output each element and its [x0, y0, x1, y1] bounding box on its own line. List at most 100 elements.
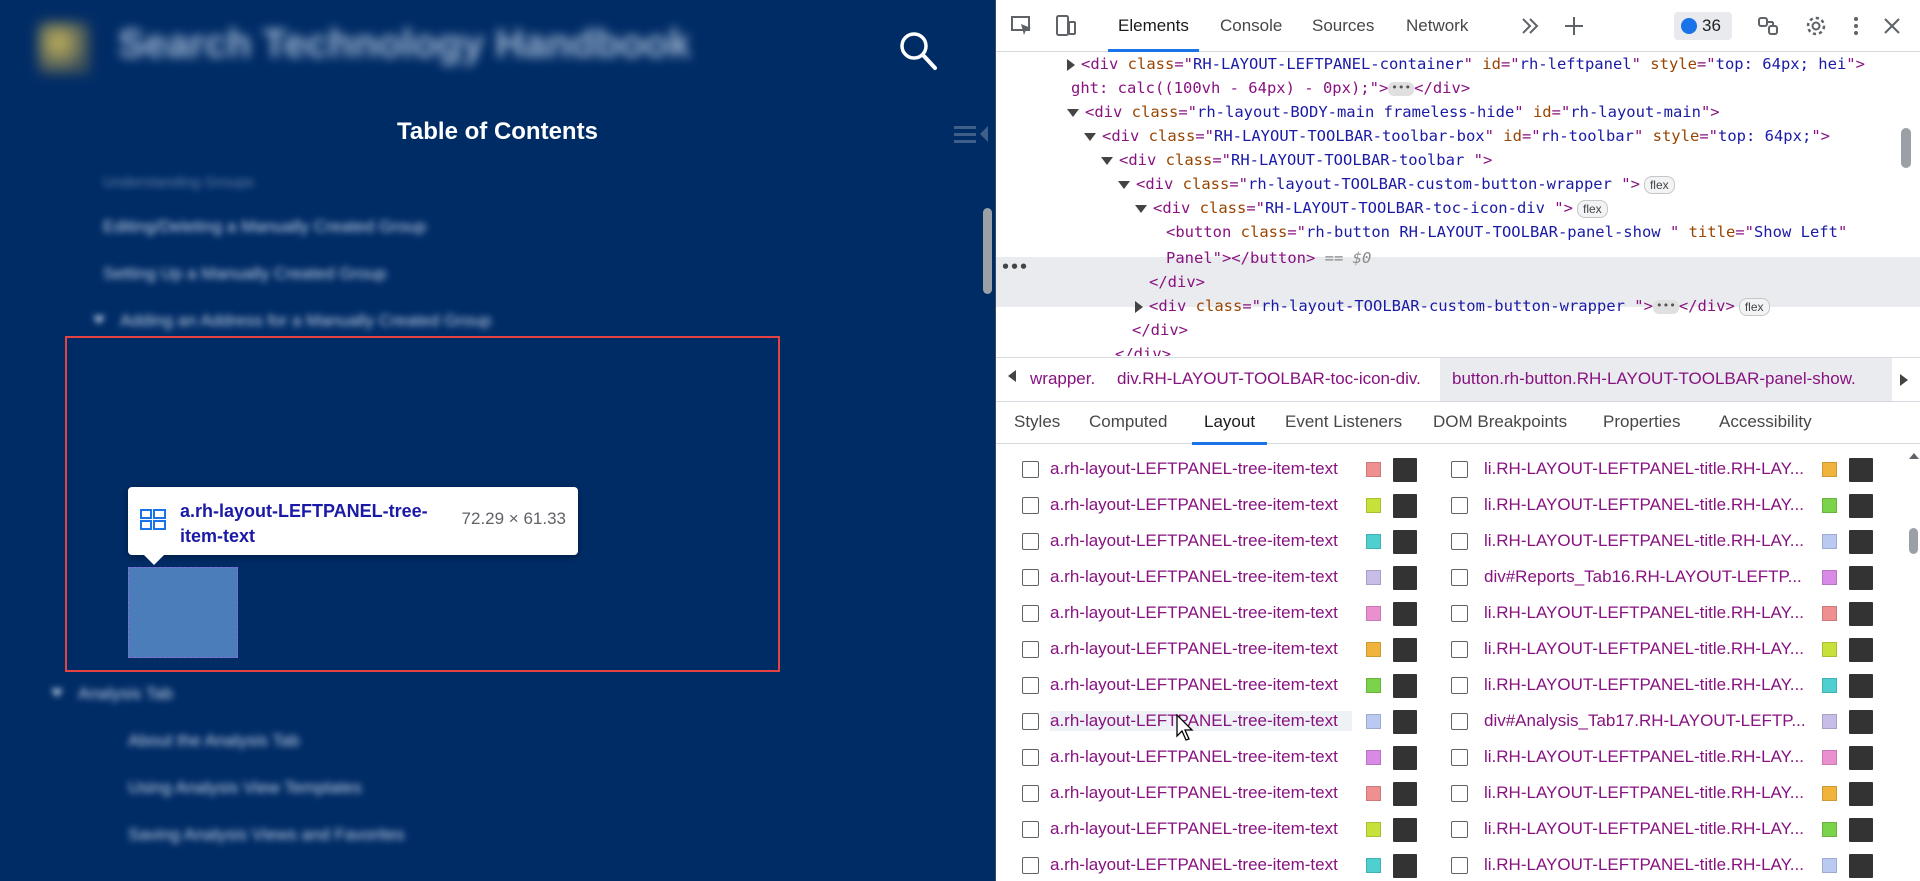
reveal-node-button[interactable]: [1393, 530, 1417, 554]
overlay-checkbox[interactable]: [1022, 497, 1039, 514]
overlay-element-label[interactable]: a.rh-layout-LEFTPANEL-tree-item-text: [1050, 747, 1352, 767]
overlay-color-swatch[interactable]: [1366, 786, 1381, 801]
toc-item[interactable]: Saving Analysis Views and Favorites: [128, 825, 405, 845]
reveal-node-button[interactable]: [1849, 818, 1873, 842]
tab-layout[interactable]: Layout: [1191, 412, 1268, 445]
more-tabs-chevron-icon[interactable]: [1518, 14, 1542, 38]
reveal-node-button[interactable]: [1849, 494, 1873, 518]
breadcrumb-scroll-right-icon[interactable]: [1900, 374, 1908, 386]
tab-elements[interactable]: Elements: [1108, 0, 1199, 52]
tab-sources[interactable]: Sources: [1312, 0, 1374, 52]
overlay-element-label[interactable]: li.RH-LAYOUT-LEFTPANEL-title.RH-LAY...: [1484, 603, 1809, 623]
overlay-color-swatch[interactable]: [1822, 786, 1837, 801]
overlay-element-label[interactable]: li.RH-LAYOUT-LEFTPANEL-title.RH-LAY...: [1484, 459, 1809, 479]
reveal-node-button[interactable]: [1393, 854, 1417, 878]
dom-node-line[interactable]: <div class="rh-layout-BODY-main frameles…: [1067, 100, 1720, 124]
tab-accessibility[interactable]: Accessibility: [1719, 412, 1812, 432]
overlay-color-swatch[interactable]: [1822, 678, 1837, 693]
overlay-color-swatch[interactable]: [1822, 606, 1837, 621]
overlay-element-label[interactable]: a.rh-layout-LEFTPANEL-tree-item-text: [1050, 603, 1352, 623]
tab-console[interactable]: Console: [1220, 0, 1282, 52]
toc-item[interactable]: Understanding Groups: [103, 174, 254, 191]
site-logo[interactable]: [38, 22, 90, 74]
reveal-node-button[interactable]: [1849, 746, 1873, 770]
overlay-element-label[interactable]: a.rh-layout-LEFTPANEL-tree-item-text: [1050, 855, 1352, 875]
layout-scrollbar-track[interactable]: [1906, 445, 1920, 881]
dom-node-line[interactable]: <div class="RH-LAYOUT-TOOLBAR-toc-icon-d…: [1135, 196, 1608, 220]
settings-gear-icon[interactable]: [1804, 14, 1828, 38]
overlay-checkbox[interactable]: [1451, 569, 1468, 586]
close-devtools-icon[interactable]: [1880, 14, 1904, 38]
layout-scrollbar-thumb[interactable]: [1909, 528, 1918, 554]
overlay-element-label[interactable]: a.rh-layout-LEFTPANEL-tree-item-text: [1050, 675, 1352, 695]
device-toolbar-icon[interactable]: [1054, 14, 1078, 38]
toc-item[interactable]: Editing/Deleting a Manually Created Grou…: [103, 217, 426, 237]
tab-properties[interactable]: Properties: [1603, 412, 1680, 432]
breadcrumb-scroll-left-icon[interactable]: [1008, 370, 1016, 382]
reveal-node-button[interactable]: [1849, 710, 1873, 734]
dom-node-line[interactable]: <div class="rh-layout-TOOLBAR-custom-but…: [1118, 172, 1675, 196]
overlay-color-swatch[interactable]: [1366, 822, 1381, 837]
overlay-color-swatch[interactable]: [1822, 750, 1837, 765]
overlay-element-label[interactable]: li.RH-LAYOUT-LEFTPANEL-title.RH-LAY...: [1484, 531, 1809, 551]
reveal-node-button[interactable]: [1393, 638, 1417, 662]
tab-event-listeners[interactable]: Event Listeners: [1285, 412, 1402, 432]
reveal-node-button[interactable]: [1393, 458, 1417, 482]
toc-item[interactable]: About the Analysis Tab: [128, 731, 300, 751]
flex-badge[interactable]: flex: [1738, 297, 1770, 316]
toc-panel-toggle-icon[interactable]: [952, 120, 992, 148]
reveal-node-button[interactable]: [1849, 458, 1873, 482]
overlay-element-label[interactable]: a.rh-layout-LEFTPANEL-tree-item-text: [1050, 783, 1352, 803]
reveal-node-button[interactable]: [1393, 782, 1417, 806]
overlay-checkbox[interactable]: [1022, 605, 1039, 622]
collapsed-content-ellipsis[interactable]: •••: [1388, 81, 1415, 96]
overlay-element-label[interactable]: a.rh-layout-LEFTPANEL-tree-item-text: [1050, 567, 1352, 587]
overlay-checkbox[interactable]: [1022, 533, 1039, 550]
overlay-color-swatch[interactable]: [1822, 498, 1837, 513]
site-title[interactable]: Search Technology Handbook: [118, 22, 691, 67]
overlay-checkbox[interactable]: [1022, 749, 1039, 766]
overlay-color-swatch[interactable]: [1822, 534, 1837, 549]
reveal-node-button[interactable]: [1849, 602, 1873, 626]
dom-node-line[interactable]: ght: calc((100vh - 64px) - 0px);"> ••• </d…: [1071, 76, 1470, 100]
toc-item[interactable]: Analysis Tab: [50, 684, 173, 704]
breadcrumb-item-selected[interactable]: button.rh-button.RH-LAYOUT-TOOLBAR-panel…: [1452, 369, 1856, 389]
inspect-element-icon[interactable]: [1010, 14, 1034, 38]
overlay-color-swatch[interactable]: [1366, 642, 1381, 657]
collapse-arrow-icon[interactable]: [1118, 180, 1130, 189]
dom-tree[interactable]: ••• <div class="RH-LAYOUT-LEFTPANEL-cont…: [996, 52, 1920, 356]
expand-arrow-icon[interactable]: [1135, 300, 1143, 313]
overlay-element-label[interactable]: li.RH-LAYOUT-LEFTPANEL-title.RH-LAY...: [1484, 855, 1809, 875]
tab-dom-breakpoints[interactable]: DOM Breakpoints: [1433, 412, 1567, 432]
dom-node-line[interactable]: <div class="RH-LAYOUT-TOOLBAR-toolbar ">: [1101, 148, 1492, 172]
overlay-color-swatch[interactable]: [1366, 606, 1381, 621]
node-actions-ellipsis-icon[interactable]: •••: [1001, 258, 1028, 276]
overlay-element-label[interactable]: li.RH-LAYOUT-LEFTPANEL-title.RH-LAY...: [1484, 675, 1809, 695]
overlay-checkbox[interactable]: [1022, 821, 1039, 838]
overlay-color-swatch[interactable]: [1822, 462, 1837, 477]
flex-badge[interactable]: flex: [1576, 199, 1608, 218]
reveal-node-button[interactable]: [1393, 674, 1417, 698]
overlay-color-swatch[interactable]: [1366, 714, 1381, 729]
collapse-arrow-icon[interactable]: [1135, 204, 1147, 213]
overlay-color-swatch[interactable]: [1822, 822, 1837, 837]
reveal-node-button[interactable]: [1849, 638, 1873, 662]
overlay-color-swatch[interactable]: [1366, 462, 1381, 477]
overlay-element-label[interactable]: a.rh-layout-LEFTPANEL-tree-item-text: [1050, 531, 1352, 551]
overlay-color-swatch[interactable]: [1822, 714, 1837, 729]
reveal-node-button[interactable]: [1393, 494, 1417, 518]
overlay-checkbox[interactable]: [1451, 821, 1468, 838]
toc-item[interactable]: Using Analysis View Templates: [128, 778, 362, 798]
overlay-color-swatch[interactable]: [1366, 858, 1381, 873]
overlay-checkbox[interactable]: [1022, 461, 1039, 478]
overlay-checkbox[interactable]: [1451, 533, 1468, 550]
overlay-element-label[interactable]: li.RH-LAYOUT-LEFTPANEL-title.RH-LAY...: [1484, 495, 1809, 515]
reveal-node-button[interactable]: [1393, 602, 1417, 626]
tab-computed[interactable]: Computed: [1089, 412, 1167, 432]
expand-arrow-icon[interactable]: [1067, 58, 1075, 71]
overlay-checkbox[interactable]: [1451, 857, 1468, 874]
overlay-color-swatch[interactable]: [1822, 570, 1837, 585]
reveal-node-button[interactable]: [1849, 530, 1873, 554]
dom-node-line[interactable]: <div class="RH-LAYOUT-LEFTPANEL-containe…: [1067, 52, 1865, 76]
overlay-element-label[interactable]: li.RH-LAYOUT-LEFTPANEL-title.RH-LAY...: [1484, 639, 1809, 659]
